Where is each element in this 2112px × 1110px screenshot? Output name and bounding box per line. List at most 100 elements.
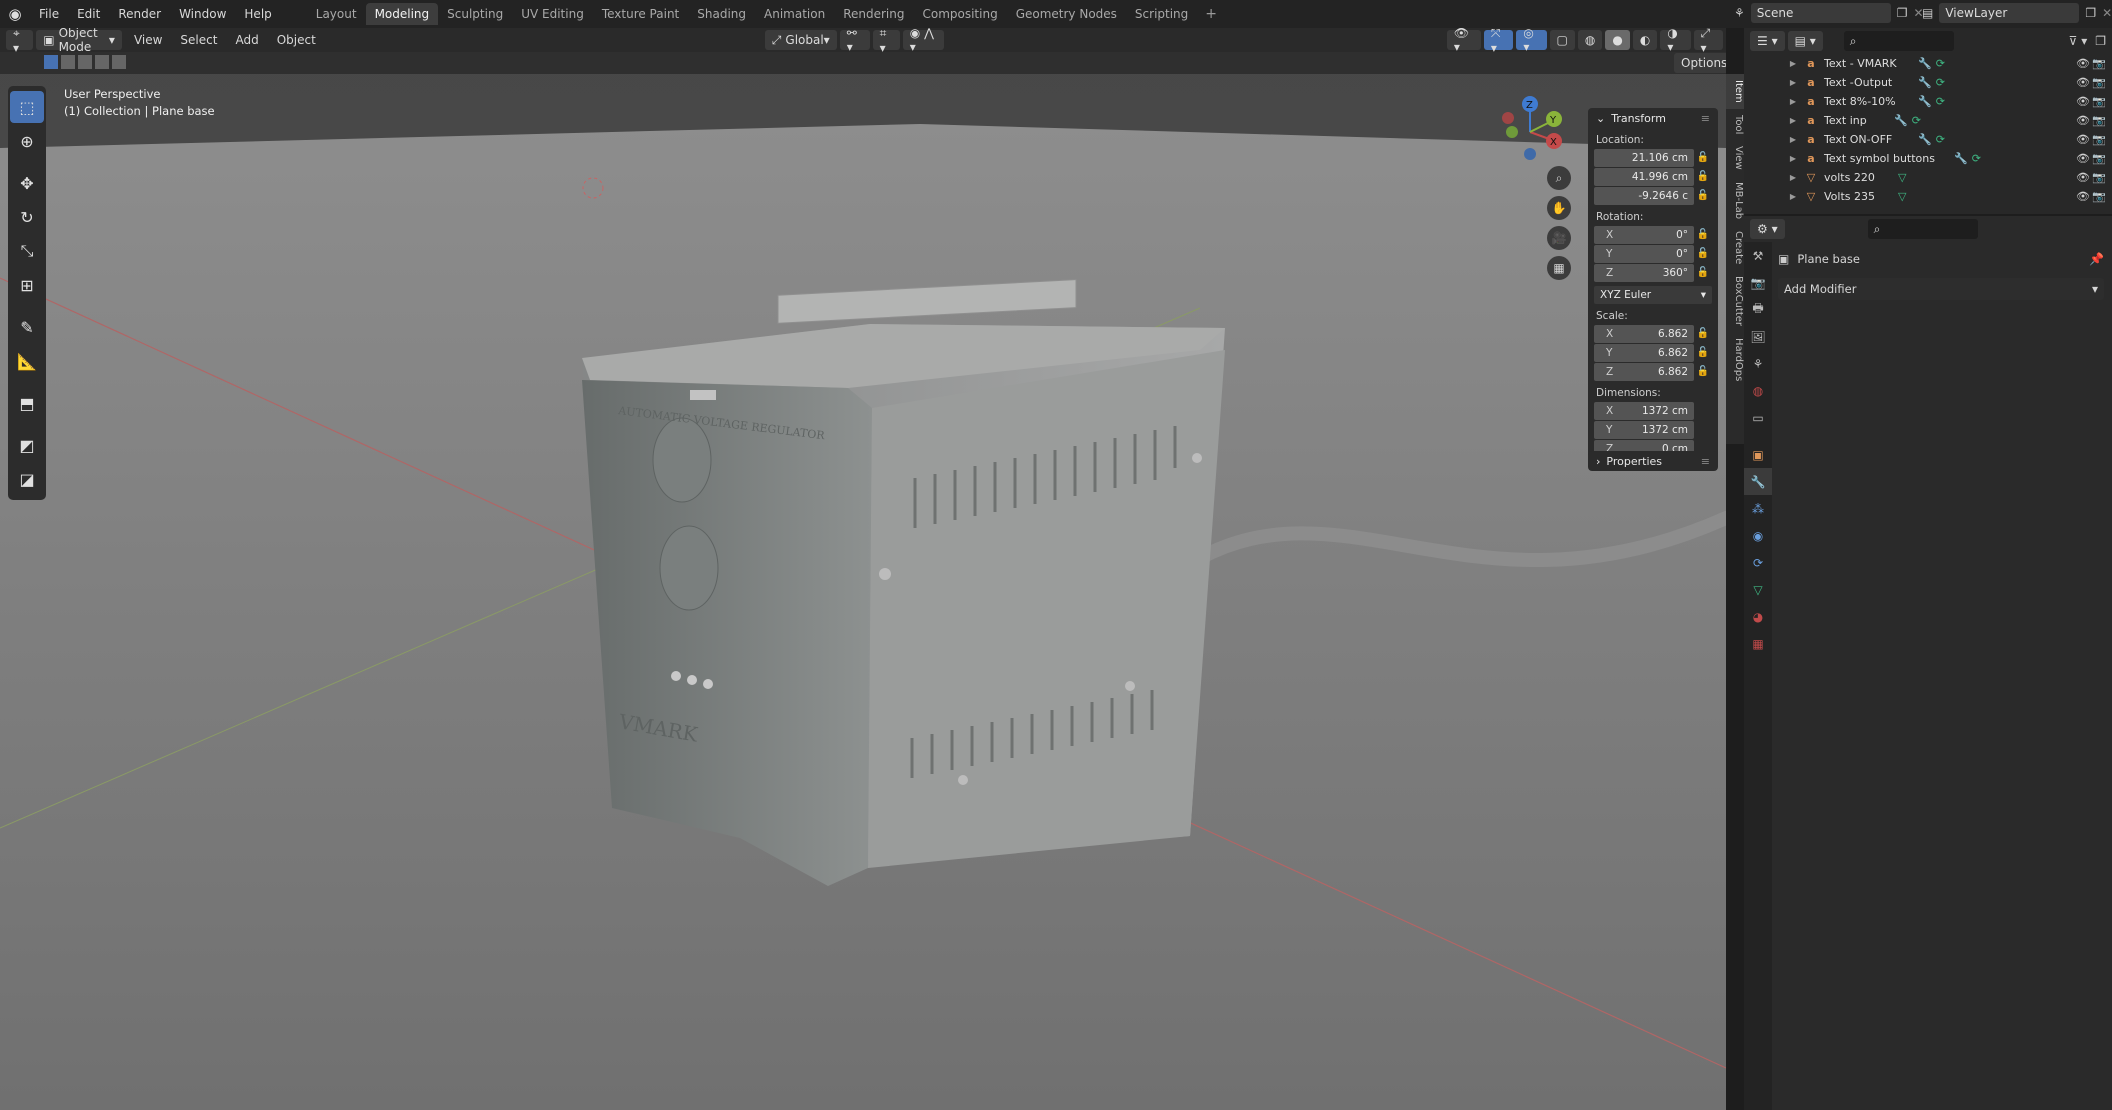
- maximize-area-icon[interactable]: ⤢ ▾: [1693, 28, 1724, 55]
- expand-triangle-icon[interactable]: ▶: [1784, 97, 1802, 106]
- select-intersect-icon[interactable]: [112, 55, 126, 69]
- data-properties-icon[interactable]: ▽: [1744, 576, 1772, 603]
- rotate-tool-icon[interactable]: ↻: [10, 201, 44, 233]
- select-invert-icon[interactable]: [95, 55, 109, 69]
- options-button[interactable]: Options ▾: [1674, 53, 1726, 73]
- lock-icon[interactable]: 🔓: [1694, 248, 1712, 259]
- scale-x-field[interactable]: X 6.862: [1594, 324, 1694, 343]
- overlay-toggle-icon[interactable]: ◎ ▾: [1516, 28, 1547, 54]
- camera-icon[interactable]: 📷: [2092, 133, 2106, 146]
- menu-view[interactable]: View: [125, 33, 171, 47]
- camera-icon[interactable]: 📷: [2092, 76, 2106, 89]
- lock-icon[interactable]: 🔓: [1694, 152, 1712, 163]
- lock-icon[interactable]: 🔓: [1694, 267, 1712, 278]
- menu-select[interactable]: Select: [171, 33, 226, 47]
- camera-icon[interactable]: 📷: [2092, 171, 2106, 184]
- menu-object[interactable]: Object: [268, 33, 325, 47]
- shading-rendered-icon[interactable]: ◑ ▾: [1660, 28, 1691, 54]
- expand-triangle-icon[interactable]: ▶: [1784, 154, 1802, 163]
- location-x-field[interactable]: 21.106 cm: [1594, 148, 1694, 167]
- scale-z-field[interactable]: Z 6.862: [1594, 362, 1694, 381]
- mesh-data-icon[interactable]: ▽: [1898, 171, 1906, 184]
- menu-window[interactable]: Window: [170, 0, 235, 28]
- eye-icon[interactable]: 👁: [2076, 190, 2090, 203]
- measure-tool-icon[interactable]: 📐: [10, 345, 44, 377]
- material-properties-icon[interactable]: ◕: [1744, 603, 1772, 630]
- tab-create[interactable]: Create: [1726, 225, 1744, 270]
- camera-icon[interactable]: 📷: [2092, 95, 2106, 108]
- camera-icon[interactable]: 📷: [2092, 57, 2106, 70]
- outliner-row-text-symbol-buttons[interactable]: ▶ a Text symbol buttons 🔧 ⟳ 👁 📷: [1784, 149, 2112, 168]
- modifier-icon[interactable]: 🔧: [1954, 152, 1968, 165]
- mesh-data-icon[interactable]: ▽: [1898, 190, 1906, 203]
- proportional-edit-icon[interactable]: ◉ ⋀ ▾: [902, 28, 944, 54]
- new-scene-icon[interactable]: ❐: [1897, 6, 1908, 20]
- menu-render[interactable]: Render: [109, 0, 170, 28]
- tab-mb-lab[interactable]: MB-Lab: [1726, 176, 1744, 225]
- menu-file[interactable]: File: [30, 0, 68, 28]
- shading-solid-icon[interactable]: ●: [1605, 30, 1630, 50]
- constraint-icon[interactable]: ⟳: [1936, 95, 1945, 108]
- outliner-row-volts-220[interactable]: ▶ ▽ volts 220 ▽ 👁 📷: [1784, 168, 2112, 187]
- hardops-tool-icon[interactable]: ◪: [10, 463, 44, 495]
- new-collection-icon[interactable]: ❐: [2095, 34, 2106, 48]
- expand-triangle-icon[interactable]: ▶: [1784, 59, 1802, 68]
- boxcutter-tool-icon[interactable]: ◩: [10, 429, 44, 461]
- eye-icon[interactable]: 👁: [2076, 76, 2090, 89]
- dimension-y-field[interactable]: Y 1372 cm: [1594, 420, 1694, 439]
- tab-item[interactable]: Item: [1726, 74, 1744, 109]
- tab-modeling[interactable]: Modeling: [365, 3, 439, 25]
- shading-material-icon[interactable]: ◐: [1632, 30, 1658, 50]
- lock-icon[interactable]: 🔓: [1694, 366, 1712, 377]
- tab-uv-editing[interactable]: UV Editing: [512, 3, 593, 25]
- tab-rendering[interactable]: Rendering: [834, 3, 913, 25]
- constraint-icon[interactable]: ⟳: [1936, 133, 1945, 146]
- outliner-search-input[interactable]: ⌕: [1843, 31, 1954, 51]
- modifier-icon[interactable]: 🔧: [1918, 57, 1932, 70]
- collection-properties-icon[interactable]: ▭: [1744, 404, 1772, 431]
- camera-view-icon[interactable]: 🎥: [1547, 226, 1571, 250]
- tab-layout[interactable]: Layout: [307, 3, 366, 25]
- camera-icon[interactable]: 📷: [2092, 190, 2106, 203]
- scene-field[interactable]: Scene: [1750, 3, 1891, 23]
- scale-tool-icon[interactable]: ⤡: [10, 235, 44, 267]
- blender-logo-icon[interactable]: ◉: [0, 5, 30, 23]
- snap-icon[interactable]: ⌗ ▾: [872, 28, 900, 55]
- visibility-icon[interactable]: 👁 ▾: [1446, 28, 1481, 54]
- constraint-icon[interactable]: ⟳: [1936, 76, 1945, 89]
- menu-add[interactable]: Add: [226, 33, 267, 47]
- add-workspace-icon[interactable]: +: [1197, 6, 1225, 22]
- particles-properties-icon[interactable]: ⁂: [1744, 495, 1772, 522]
- outliner-row-volts-235[interactable]: ▶ ▽ Volts 235 ▽ 👁 📷: [1784, 187, 2112, 206]
- scale-y-field[interactable]: Y 6.862: [1594, 343, 1694, 362]
- eye-icon[interactable]: 👁: [2076, 114, 2090, 127]
- rotation-z-field[interactable]: Z 360°: [1594, 263, 1694, 282]
- expand-triangle-icon[interactable]: ▶: [1784, 116, 1802, 125]
- shading-wireframe-icon[interactable]: ◍: [1577, 30, 1603, 50]
- constraint-icon[interactable]: ⟳: [1936, 57, 1945, 70]
- tab-sculpting[interactable]: Sculpting: [438, 3, 512, 25]
- menu-edit[interactable]: Edit: [68, 0, 109, 28]
- pin-icon[interactable]: 📌: [2089, 252, 2104, 266]
- outliner-row-text-output[interactable]: ▶ a Text -Output 🔧 ⟳ 👁 📷: [1784, 73, 2112, 92]
- drag-handle-icon[interactable]: ≡: [1701, 455, 1710, 468]
- pan-hand-icon[interactable]: ✋: [1547, 196, 1571, 220]
- expand-triangle-icon[interactable]: ▶: [1784, 173, 1802, 182]
- filter-icon[interactable]: ⊽ ▾: [2069, 34, 2088, 48]
- select-new-icon[interactable]: [44, 55, 58, 69]
- view-layer-properties-icon[interactable]: 🖼: [1744, 323, 1772, 350]
- tab-texture-paint[interactable]: Texture Paint: [593, 3, 688, 25]
- drag-handle-icon[interactable]: ≡: [1701, 112, 1710, 125]
- modifier-icon[interactable]: 🔧: [1918, 76, 1932, 89]
- view-layer-field[interactable]: ViewLayer: [1939, 3, 2080, 23]
- navigation-gizmo[interactable]: Z X Y: [1496, 88, 1568, 168]
- pivot-point-icon[interactable]: ⚯ ▾: [839, 28, 870, 54]
- location-y-field[interactable]: 41.996 cm: [1594, 167, 1694, 186]
- properties-search-input[interactable]: ⌕: [1867, 219, 1978, 239]
- lock-icon[interactable]: 🔓: [1694, 190, 1712, 201]
- texture-properties-icon[interactable]: ▦: [1744, 630, 1772, 657]
- rotation-mode-select[interactable]: XYZ Euler ▾: [1594, 285, 1712, 304]
- modifier-icon[interactable]: 🔧: [1894, 114, 1908, 127]
- constraints-properties-icon[interactable]: ⟳: [1744, 549, 1772, 576]
- tab-compositing[interactable]: Compositing: [913, 3, 1006, 25]
